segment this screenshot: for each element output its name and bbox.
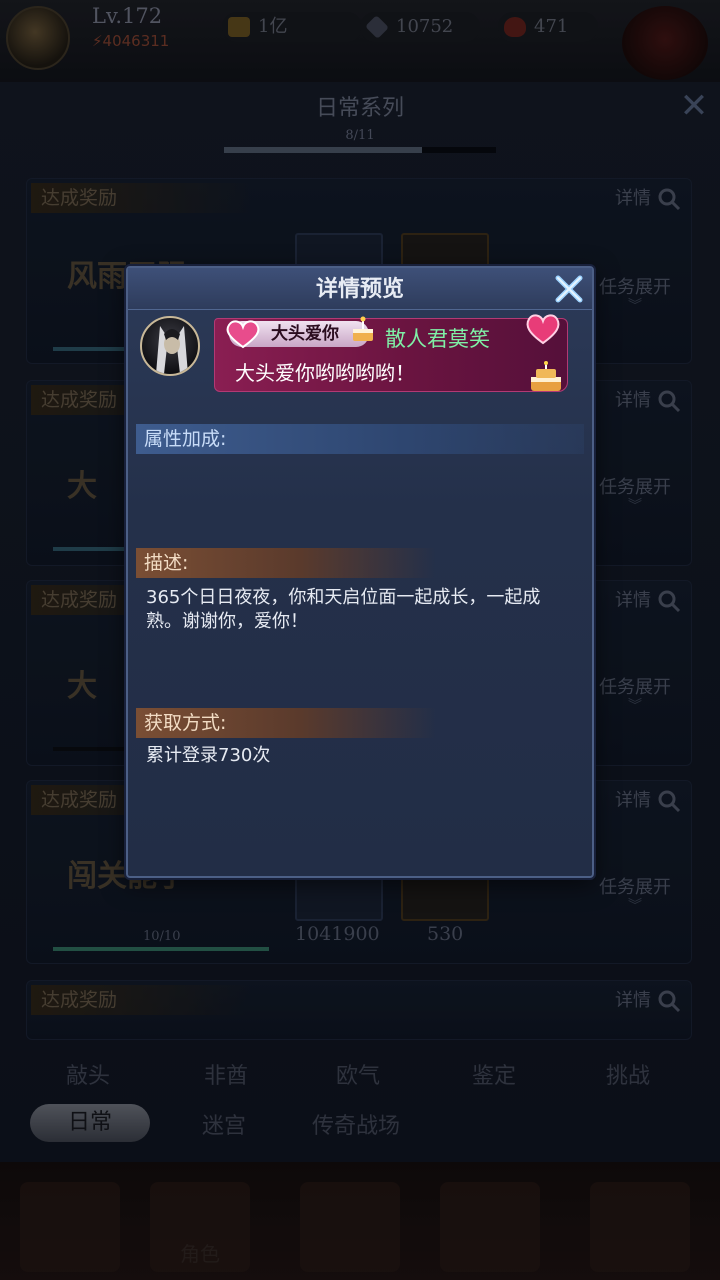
sender-avatar xyxy=(140,316,200,376)
dialog-header: 详情预览 xyxy=(128,268,592,310)
description-heading: 描述: xyxy=(136,548,436,578)
cake-icon xyxy=(531,361,561,391)
acquisition-heading: 获取方式: xyxy=(136,708,436,738)
bubble-name-badge: 大头爱你 xyxy=(226,316,373,349)
dialog-title: 详情预览 xyxy=(315,276,404,302)
chat-bubble-preview: 大头爱你 散人君莫笑 大头爱你哟哟哟哟！ xyxy=(214,314,568,392)
bubble-name: 大头爱你 xyxy=(271,324,339,344)
character-portrait-icon xyxy=(156,326,188,374)
description-text: 365个日日夜夜，你和天启位面一起成长，一起成熟。谢谢你，爱你！ xyxy=(146,587,541,632)
bubble-user-name: 散人君莫笑 xyxy=(385,327,490,351)
bubble-message: 大头爱你哟哟哟哟！ xyxy=(235,361,415,385)
cake-icon xyxy=(353,316,373,341)
acquisition-text: 累计登录730次 xyxy=(146,745,271,766)
heart-icon xyxy=(526,314,560,345)
heart-icon xyxy=(226,320,260,349)
attribute-bonus-heading: 属性加成: xyxy=(136,424,584,454)
close-icon[interactable] xyxy=(550,270,588,308)
detail-preview-dialog: 详情预览 大头爱你 散人君莫笑 大头爱你哟哟哟哟！ 属性加成: 描述: 365个… xyxy=(126,266,594,878)
